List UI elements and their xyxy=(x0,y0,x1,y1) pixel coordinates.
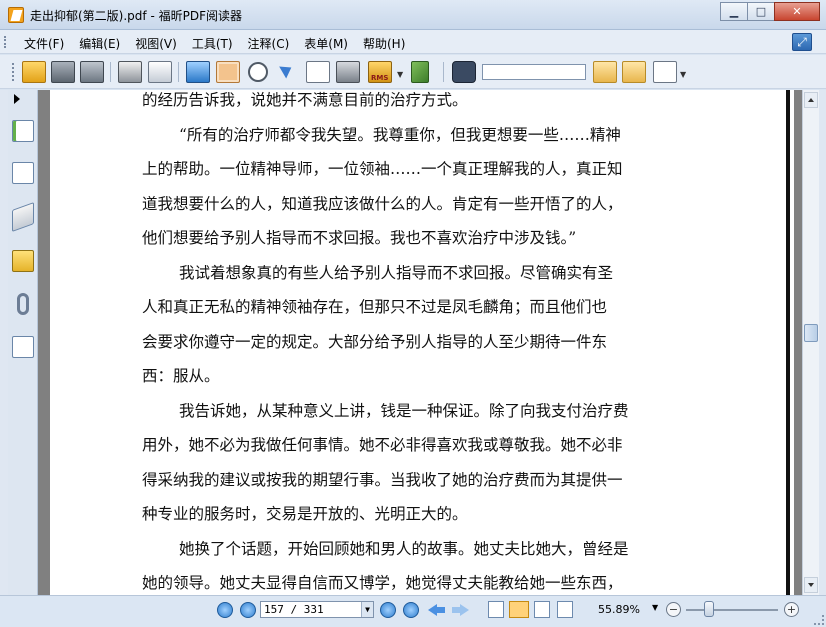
document-view[interactable]: 的经历告诉我，说她并不满意目前的治疗方式。 “所有的治疗师都令我失望。我尊重你，但… xyxy=(38,90,802,595)
snapshot-icon[interactable] xyxy=(336,61,360,83)
zoom-level[interactable]: 55.89% xyxy=(598,603,640,616)
sidebar-strip xyxy=(0,90,8,595)
page-edge xyxy=(786,90,790,595)
zoom-out-button[interactable]: − xyxy=(666,602,681,617)
text-line: 西：服从。 xyxy=(142,367,220,385)
navigation-panel xyxy=(8,90,38,595)
back-arrow-icon[interactable] xyxy=(428,602,446,618)
last-page-icon[interactable] xyxy=(403,602,419,618)
app-logo-icon xyxy=(8,7,24,23)
resize-grip[interactable] xyxy=(814,615,824,625)
menu-edit[interactable]: 编辑(E) xyxy=(79,35,120,52)
expand-window-icon[interactable]: ⤢ xyxy=(792,33,812,51)
minimize-button[interactable]: ▁ xyxy=(720,2,748,21)
chevron-down-icon[interactable]: ▼ xyxy=(397,70,403,79)
chevron-down-icon[interactable]: ▼ xyxy=(680,70,686,79)
maximize-button[interactable]: □ xyxy=(747,2,775,21)
select-arrow-icon[interactable] xyxy=(276,61,300,83)
scroll-up-button[interactable] xyxy=(804,92,818,108)
find-binoculars-icon[interactable] xyxy=(452,61,476,83)
text-line: 她换了个话题，开始回顾她和男人的故事。她丈夫比她大，曾经是 xyxy=(179,539,629,558)
forward-arrow-icon[interactable] xyxy=(451,602,469,618)
status-bar: 157 / 331 ▼ 55.89% ▼ − + xyxy=(0,595,826,627)
menu-form[interactable]: 表单(M) xyxy=(304,35,348,52)
menu-view[interactable]: 视图(V) xyxy=(135,35,177,52)
text-line: 用外，她不必为我做任何事情。她不必非得喜欢我或尊敬我。她不必非 xyxy=(142,436,623,454)
text-select-icon[interactable] xyxy=(306,61,330,83)
toolbar-separator xyxy=(110,62,111,82)
close-button[interactable]: ✕ xyxy=(774,2,820,21)
text-line: 的经历告诉我，说她并不满意目前的治疗方式。 xyxy=(142,91,468,109)
menu-comment[interactable]: 注释(C) xyxy=(248,35,290,52)
layers-icon[interactable] xyxy=(12,201,34,233)
toolbar-grip[interactable] xyxy=(12,63,14,81)
rms-label: RMS xyxy=(371,74,389,82)
next-page-icon[interactable] xyxy=(380,602,396,618)
text-line: 她的领导。她丈夫显得自信而又博学，她觉得丈夫能教给她一些东西， xyxy=(142,574,623,592)
rms-lock-icon[interactable]: RMS xyxy=(368,61,392,83)
text-line: 会要求你遵守一定的规定。大部分给予别人指导的人至少期待一件东 xyxy=(142,332,608,351)
signatures-icon[interactable] xyxy=(12,336,34,358)
text-line: 得采纳我的建议或按我的期望行事。当我收了她的治疗费而为其提供一 xyxy=(142,470,623,489)
menu-items: 文件(F) 编辑(E) 视图(V) 工具(T) 注释(C) 表单(M) 帮助(H… xyxy=(24,35,420,52)
pdf-page[interactable]: 的经历告诉我，说她并不满意目前的治疗方式。 “所有的治疗师都令我失望。我尊重你，但… xyxy=(50,90,794,595)
page-number-field[interactable]: 157 / 331 ▼ xyxy=(260,601,374,618)
toolbar-separator xyxy=(443,62,444,82)
save-as-icon[interactable] xyxy=(80,61,104,83)
window-right-edge xyxy=(819,90,826,595)
title-bar: 走出抑郁(第二版).pdf - 福昕PDF阅读器 ▁ □ ✕ xyxy=(0,0,826,30)
chevron-down-icon[interactable]: ▼ xyxy=(361,602,373,617)
text-line: “所有的治疗师都令我失望。我尊重你，但我更想要一些……精神 xyxy=(179,125,621,144)
menu-tools[interactable]: 工具(T) xyxy=(192,35,233,52)
zoom-slider-thumb[interactable] xyxy=(704,601,715,617)
comments-icon[interactable] xyxy=(12,250,34,272)
page-thumbnails-icon[interactable] xyxy=(12,162,34,184)
page-indicator: 157 / 331 xyxy=(264,603,324,616)
page-text: 的经历告诉我，说她并不满意目前的治疗方式。 “所有的治疗师都令我失望。我尊重你，但… xyxy=(142,90,727,595)
attachments-icon[interactable] xyxy=(17,293,29,315)
menu-help[interactable]: 帮助(H) xyxy=(363,35,405,52)
menu-file[interactable]: 文件(F) xyxy=(24,35,64,52)
text-line: 种专业的服务时，交易是开放的、光明正大的。 xyxy=(142,505,468,523)
zoom-in-button[interactable]: + xyxy=(784,602,799,617)
chevron-down-icon[interactable]: ▼ xyxy=(652,603,658,612)
hand-tool-icon[interactable] xyxy=(216,61,240,83)
window-title: 走出抑郁(第二版).pdf - 福昕PDF阅读器 xyxy=(30,9,242,23)
save-icon[interactable] xyxy=(51,61,75,83)
zoom-slider-track[interactable] xyxy=(686,609,778,611)
menu-bar: 文件(F) 编辑(E) 视图(V) 工具(T) 注释(C) 表单(M) 帮助(H… xyxy=(0,30,826,54)
continuous-facing-icon[interactable] xyxy=(557,601,573,618)
sign-pen-icon[interactable] xyxy=(411,61,429,83)
menu-grip[interactable] xyxy=(4,36,6,48)
single-page-icon[interactable] xyxy=(488,601,504,618)
print-icon[interactable] xyxy=(118,61,142,83)
search-input[interactable] xyxy=(482,64,586,80)
scroll-thumb[interactable] xyxy=(804,324,818,342)
vertical-scrollbar[interactable] xyxy=(802,90,819,595)
scroll-down-button[interactable] xyxy=(804,577,818,593)
text-line: 我试着想象真的有些人给予别人指导而不求回报。尽管确实有圣 xyxy=(179,263,614,282)
bookmarks-icon[interactable] xyxy=(12,120,34,142)
text-line: 道我想要什么的人，知道我应该做什么的人。肯定有一些开悟了的人， xyxy=(142,194,623,213)
first-page-icon[interactable] xyxy=(217,602,233,618)
previous-page-icon[interactable] xyxy=(240,602,256,618)
facing-pages-icon[interactable] xyxy=(534,601,550,618)
text-line: 上的帮助。一位精神导师，一位领袖……一个真正理解我的人，真正知 xyxy=(142,160,623,178)
panel-toggle-icon[interactable] xyxy=(14,94,20,104)
scan-icon[interactable] xyxy=(148,61,172,83)
main-toolbar: RMS ▼ ▼ xyxy=(0,55,826,89)
find-next-icon[interactable] xyxy=(622,61,646,83)
fullscreen-icon[interactable] xyxy=(186,61,210,83)
window-controls: ▁ □ ✕ xyxy=(720,2,820,21)
toolbar-separator xyxy=(178,62,179,82)
text-line: 他们想要给予别人指导而不求回报。我也不喜欢治疗中涉及钱。” xyxy=(142,229,577,247)
text-line: 我告诉她，从某种意义上讲，钱是一种保证。除了向我支付治疗费 xyxy=(179,401,629,420)
find-options-icon[interactable] xyxy=(653,61,677,83)
text-line: 人和真正无私的精神领袖存在，但那只不过是凤毛麟角；而且他们也 xyxy=(142,298,608,316)
zoom-icon[interactable] xyxy=(248,62,268,82)
find-prev-icon[interactable] xyxy=(593,61,617,83)
open-folder-icon[interactable] xyxy=(22,61,46,83)
continuous-page-icon[interactable] xyxy=(509,601,529,618)
